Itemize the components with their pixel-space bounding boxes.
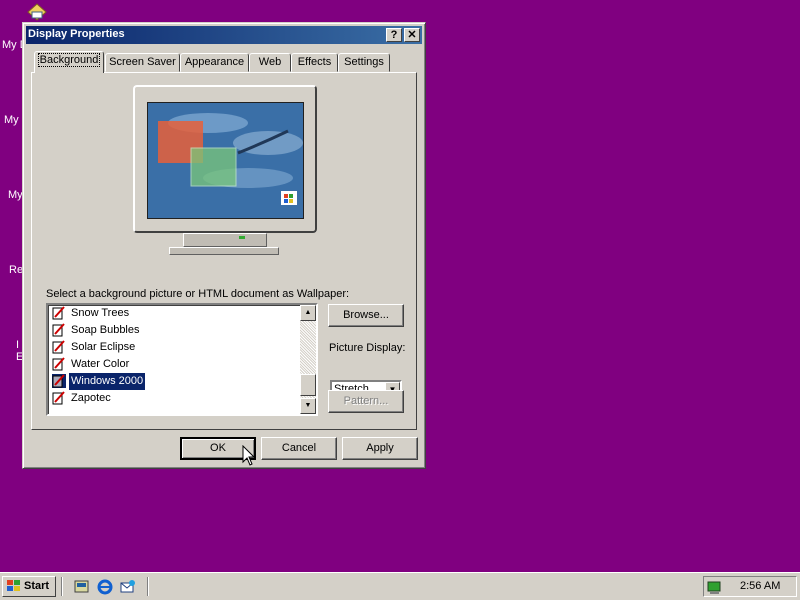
monitor-stand — [183, 233, 267, 247]
taskbar: Start 2:56 AM — [0, 572, 800, 600]
list-item-label: Soap Bubbles — [71, 324, 140, 336]
scroll-up-button[interactable]: ▲ — [300, 305, 316, 321]
cancel-button[interactable]: Cancel — [261, 437, 337, 460]
close-button[interactable]: ✕ — [404, 28, 420, 42]
pattern-button: Pattern... — [328, 390, 404, 413]
taskbar-divider — [147, 577, 149, 596]
help-button[interactable]: ? — [386, 28, 402, 42]
tab-settings-label: Settings — [344, 56, 384, 68]
tab-background-label: Background — [37, 53, 101, 67]
tab-screen-saver-label: Screen Saver — [109, 56, 176, 68]
apply-button[interactable]: Apply — [342, 437, 418, 460]
browse-button[interactable]: Browse... — [328, 304, 404, 327]
tab-effects-label: Effects — [297, 56, 332, 68]
taskbar-divider — [61, 577, 63, 596]
show-desktop-icon[interactable] — [74, 579, 90, 595]
clock[interactable]: 2:56 AM — [740, 580, 780, 592]
monitor-base — [169, 247, 279, 255]
tab-web-label: Web — [258, 56, 282, 68]
wallpaper-label: Select a background picture or HTML docu… — [46, 288, 350, 300]
paint-icon — [52, 374, 66, 388]
outlook-express-icon[interactable] — [120, 579, 136, 595]
tab-web[interactable]: Web — [249, 53, 291, 72]
desktop-icon-label[interactable]: I — [16, 339, 19, 351]
tab-appearance-label: Appearance — [184, 56, 245, 68]
start-label: Start — [24, 580, 50, 592]
scroll-down-button[interactable]: ▼ — [300, 398, 316, 414]
list-item-label: Water Color — [71, 358, 130, 370]
desktop-folder-icon[interactable] — [26, 2, 48, 22]
start-button[interactable]: Start — [2, 576, 56, 597]
list-scrollbar[interactable]: ▲ ▼ — [300, 305, 316, 414]
desktop-icon-label[interactable]: Re — [9, 264, 23, 276]
list-item-label: Windows 2000 — [67, 372, 147, 391]
tab-appearance[interactable]: Appearance — [180, 53, 249, 72]
picture-display-label: Picture Display: — [329, 342, 406, 354]
desktop-icon-label[interactable]: My — [8, 189, 23, 201]
list-item-label: Solar Eclipse — [71, 341, 136, 353]
tab-background[interactable]: Background — [34, 51, 104, 73]
paint-icon — [52, 357, 66, 371]
tab-effects[interactable]: Effects — [291, 53, 338, 72]
system-tray: 2:56 AM — [703, 576, 797, 597]
paint-icon — [52, 391, 66, 405]
tab-screen-saver[interactable]: Screen Saver — [105, 53, 180, 72]
list-item-label: Snow Trees — [71, 307, 130, 319]
list-item-label: Zapotec — [71, 392, 111, 404]
desktop-icon-label[interactable]: My — [4, 114, 19, 126]
mouse-cursor-icon — [242, 445, 256, 466]
scroll-thumb[interactable] — [300, 374, 316, 396]
monitor-led — [239, 236, 245, 239]
window-title: Display Properties — [28, 28, 125, 40]
display-settings-tray-icon[interactable] — [707, 579, 723, 595]
wallpaper-listbox[interactable]: Snow Trees Soap Bubbles Solar Eclipse Wa… — [46, 303, 318, 416]
display-properties-window: Display Properties ? ✕ Background Screen… — [22, 22, 426, 469]
windows-logo-icon — [7, 580, 21, 592]
paint-icon — [52, 323, 66, 337]
title-bar[interactable]: Display Properties ? ✕ — [26, 26, 422, 44]
wallpaper-preview — [147, 102, 304, 219]
paint-icon — [52, 340, 66, 354]
paint-icon — [52, 306, 66, 320]
tab-settings[interactable]: Settings — [338, 53, 390, 72]
internet-explorer-icon[interactable] — [97, 579, 113, 595]
